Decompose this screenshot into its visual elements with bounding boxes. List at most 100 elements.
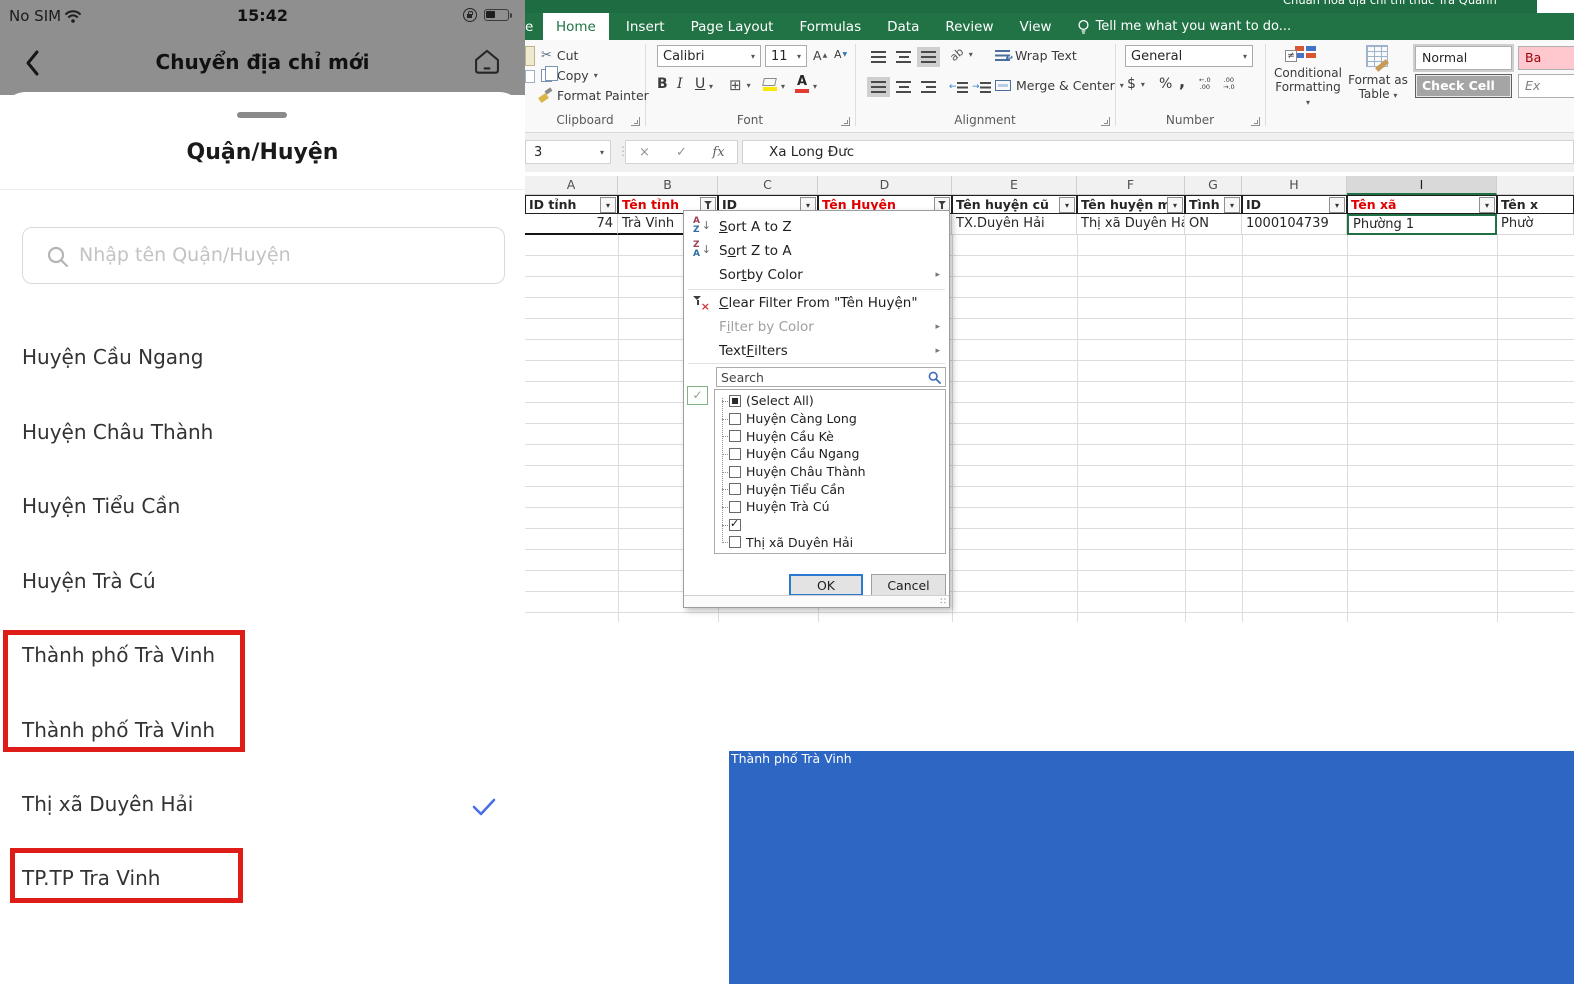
cell-style-check-cell[interactable]: Check Cell: [1415, 74, 1512, 98]
column-header-g[interactable]: G: [1185, 176, 1242, 195]
list-item-district[interactable]: TP.TP Tra Vinh: [22, 866, 503, 894]
menu-item-clear-filter[interactable]: × Clear Filter From "Tên Huyện": [684, 291, 949, 315]
merge-center-button[interactable]: Merge & Center▾: [995, 78, 1124, 93]
decrease-indent-button[interactable]: ←: [948, 77, 971, 97]
data-cell[interactable]: 74: [525, 214, 618, 235]
column-filter-button[interactable]: ▾: [1224, 197, 1240, 213]
checklist-item-checked[interactable]: ✓Thành phố Trà Vinh: [729, 516, 945, 534]
list-item-district[interactable]: Thành phố Trà Vinh: [22, 718, 503, 746]
tab-view[interactable]: View: [1007, 13, 1065, 40]
column-header-b[interactable]: B: [618, 176, 718, 195]
comma-style-button[interactable]: ,: [1179, 72, 1185, 91]
wrap-text-button[interactable]: ↩Wrap Text: [995, 48, 1077, 63]
percent-style-button[interactable]: %: [1159, 76, 1172, 92]
italic-button[interactable]: I: [677, 76, 683, 92]
tab-page-layout[interactable]: Page Layout: [678, 13, 787, 40]
font-name-select[interactable]: Calibri▾: [657, 45, 761, 67]
checklist-item-select-all[interactable]: (Select All): [729, 392, 945, 410]
column-header-i[interactable]: I: [1347, 176, 1497, 195]
insert-function-button[interactable]: fx: [700, 141, 737, 163]
increase-indent-button[interactable]: →: [971, 77, 994, 97]
tab-home[interactable]: Home: [543, 13, 609, 40]
filter-header-cell[interactable]: Tên x: [1497, 195, 1574, 214]
list-item-district[interactable]: Thành phố Trà Vinh: [22, 643, 503, 671]
data-cell[interactable]: TX.Duyên Hải: [952, 214, 1077, 235]
filter-search-field[interactable]: [716, 367, 946, 387]
checklist-item[interactable]: Huyện Trà Cú: [729, 498, 945, 516]
filter-header-cell[interactable]: Tên huyện cũ▾: [952, 195, 1077, 214]
column-header-j[interactable]: [1497, 176, 1574, 195]
tab-formulas[interactable]: Formulas: [786, 13, 874, 40]
column-filter-button[interactable]: ▾: [600, 197, 616, 213]
list-item-district[interactable]: Huyện Trà Cú: [22, 569, 503, 597]
font-size-select[interactable]: 11▾: [765, 45, 807, 67]
column-header-e[interactable]: E: [952, 176, 1077, 195]
checklist-item[interactable]: Huyện Cầu Ngang: [729, 445, 945, 463]
cell-style-normal[interactable]: Normal: [1415, 46, 1512, 70]
column-filter-button[interactable]: ▾: [1059, 197, 1075, 213]
checklist-item[interactable]: Huyện Tiểu Cần: [729, 480, 945, 498]
format-painter-button[interactable]: Format Painter: [539, 88, 649, 103]
list-item-district[interactable]: Huyện Cầu Ngang: [22, 345, 503, 373]
paste-button-fragment[interactable]: [525, 46, 535, 66]
underline-button[interactable]: U: [695, 76, 705, 92]
data-cell[interactable]: ON: [1185, 214, 1242, 235]
orientation-button[interactable]: ab▾: [950, 48, 973, 61]
filter-header-cell[interactable]: Tên xã▾: [1347, 195, 1497, 214]
checklist-item[interactable]: Thị xã Duyên Hải: [729, 533, 945, 551]
ok-button[interactable]: OK: [789, 574, 863, 596]
number-format-select[interactable]: General▾: [1125, 45, 1253, 67]
accounting-format-button[interactable]: $▾: [1127, 76, 1145, 92]
cancel-button[interactable]: Cancel: [871, 574, 946, 596]
list-item-district-selected[interactable]: Thị xã Duyên Hải: [22, 792, 503, 820]
menu-resize-grip[interactable]: ∷: [684, 595, 949, 607]
menu-item-text-filters[interactable]: Text Filters ▸: [684, 339, 949, 363]
tab-review[interactable]: Review: [932, 13, 1006, 40]
district-search-field[interactable]: [22, 227, 505, 284]
font-dialog-launcher[interactable]: [841, 117, 850, 126]
increase-decimal-button[interactable]: ←.0 .00: [1199, 77, 1211, 91]
align-center-button[interactable]: [892, 77, 915, 97]
tell-me-box[interactable]: Tell me what you want to do...: [1090, 13, 1292, 40]
filter-header-cell[interactable]: Tình t▾: [1185, 195, 1242, 214]
alignment-dialog-launcher[interactable]: [1101, 117, 1110, 126]
filter-header-cell[interactable]: ID tỉnh▾: [525, 195, 618, 214]
filter-header-cell[interactable]: ID▾: [1242, 195, 1347, 214]
checklist-item[interactable]: Huyện Châu Thành: [729, 463, 945, 481]
align-right-button[interactable]: [917, 77, 940, 97]
shrink-font-button[interactable]: A▼: [834, 48, 847, 61]
align-bottom-button[interactable]: [917, 47, 940, 67]
align-middle-button[interactable]: [892, 47, 915, 67]
tab-data[interactable]: Data: [874, 13, 932, 40]
fill-color-button[interactable]: [763, 78, 777, 91]
clipboard-dialog-launcher[interactable]: [631, 117, 640, 126]
cell-style-explanatory[interactable]: Ex: [1518, 74, 1574, 98]
tab-insert[interactable]: Insert: [613, 13, 678, 40]
font-color-dropdown[interactable]: ▾: [813, 82, 817, 91]
column-header-d[interactable]: D: [818, 176, 952, 195]
cut-button[interactable]: ✂Cut: [541, 48, 578, 63]
search-input[interactable]: [79, 228, 479, 282]
checklist-item[interactable]: Huyện Càng Long: [729, 410, 945, 428]
column-filter-button[interactable]: ▾: [1167, 197, 1183, 213]
menu-item-sort-by-color[interactable]: Sort by Color ▸: [684, 263, 949, 287]
data-cell[interactable]: 1000104739: [1242, 214, 1347, 235]
menu-item-sort-z-to-a[interactable]: ZA↓ Sort Z to A: [684, 239, 949, 263]
column-filter-button[interactable]: ▾: [1479, 197, 1495, 213]
filter-search-input[interactable]: [721, 368, 921, 386]
data-cell[interactable]: Phườ: [1497, 214, 1574, 235]
data-cell-active[interactable]: Phường 1: [1347, 214, 1497, 235]
column-filter-button[interactable]: ▾: [1329, 197, 1345, 213]
stray-cell-checkbox[interactable]: ✓: [687, 386, 708, 405]
column-header-c[interactable]: C: [718, 176, 818, 195]
align-top-button[interactable]: [867, 47, 890, 67]
conditional-formatting-button[interactable]: ≠ ConditionalFormatting ▾: [1273, 45, 1343, 110]
data-cell[interactable]: Thị xã Duyên Hải: [1077, 214, 1185, 235]
filter-header-cell[interactable]: Tên huyện mớ▾: [1077, 195, 1185, 214]
bold-button[interactable]: B: [657, 76, 668, 92]
confirm-entry-button[interactable]: ✓: [663, 141, 700, 163]
formula-input[interactable]: Xa Long Đưc: [742, 140, 1574, 164]
checklist-item[interactable]: Huyện Cầu Kè: [729, 427, 945, 445]
number-dialog-launcher[interactable]: [1251, 117, 1260, 126]
column-header-h[interactable]: H: [1242, 176, 1347, 195]
